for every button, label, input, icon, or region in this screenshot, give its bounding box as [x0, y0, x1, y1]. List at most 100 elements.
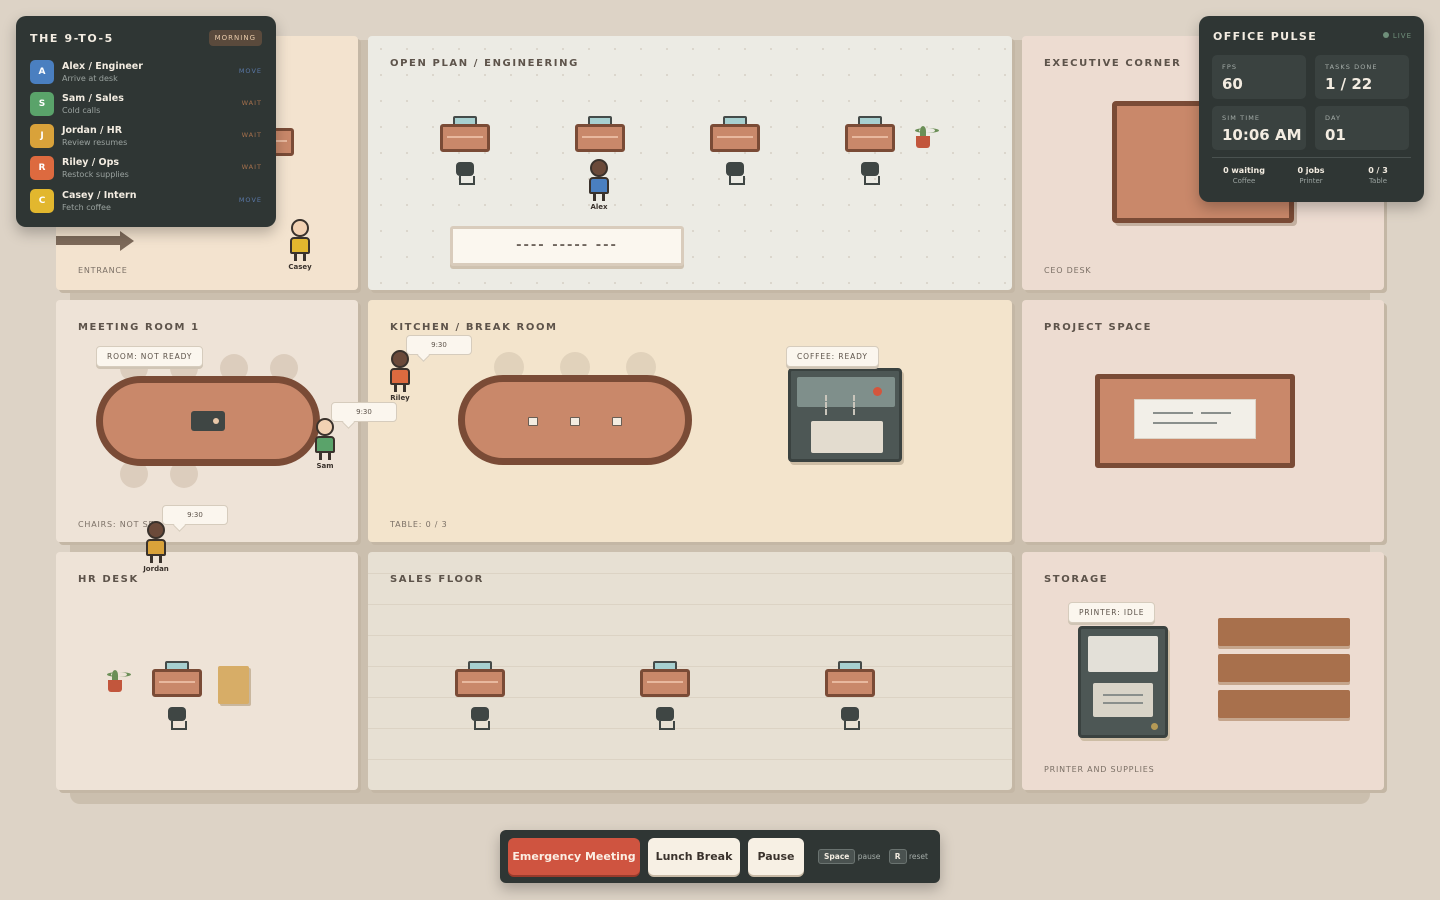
room-storage: STORAGE PRINTER: IDLE PRINTER AND SUPPLI… — [1022, 552, 1384, 790]
room-hr: HR DESK — [56, 552, 358, 790]
person-riley[interactable]: Riley — [380, 350, 420, 406]
chair-icon — [656, 707, 675, 730]
agent-avatar: S — [30, 92, 54, 116]
steam-icon — [825, 395, 855, 415]
live-dot-icon — [1382, 32, 1389, 38]
sales-desk — [640, 669, 690, 697]
agent-avatar: A — [30, 60, 54, 84]
project-table — [1095, 374, 1295, 468]
printer — [1078, 626, 1168, 738]
executive-caption: CEO DESK — [1044, 266, 1092, 275]
sales-desk — [825, 669, 875, 697]
agent-state: WAIT — [241, 163, 262, 171]
tasks-label: TASKS DONE — [1325, 63, 1378, 71]
sam-name: Sam — [316, 462, 334, 470]
storage-caption: PRINTER AND SUPPLIES — [1044, 765, 1155, 774]
agent-row-alex[interactable]: A Alex / Engineer Arrive at desk MOVE — [30, 58, 262, 88]
reset-hint: reset — [908, 852, 928, 861]
phase-badge: MORNING — [208, 30, 262, 46]
fps-value: 60 — [1222, 75, 1243, 93]
whiteboard: ---- ----- --- — [450, 226, 684, 266]
jordan-body — [146, 539, 166, 556]
agent-name: Riley / Ops — [62, 157, 120, 168]
emergency-meeting-button[interactable]: Emergency Meeting — [508, 838, 640, 875]
agent-task: Restock supplies — [62, 170, 129, 179]
pause-button[interactable]: Pause — [748, 838, 804, 875]
sam-body — [315, 436, 335, 453]
chair-icon — [861, 162, 880, 185]
live-label: LIVE — [1392, 32, 1412, 40]
day-stat: DAY 01 — [1315, 106, 1409, 150]
person-casey[interactable]: Casey — [280, 219, 320, 275]
hr-desk — [152, 669, 202, 697]
alex-head — [590, 159, 608, 177]
cup-icon — [570, 417, 580, 426]
open-plan-title: OPEN PLAN / ENGINEERING — [390, 58, 579, 69]
chair-icon — [726, 162, 745, 185]
agent-task: Cold calls — [62, 106, 101, 115]
agent-row-jordan[interactable]: J Jordan / HR Review resumes WAIT — [30, 122, 262, 152]
sam-head — [316, 418, 334, 436]
alex-name: Alex — [590, 203, 608, 211]
agent-task: Review resumes — [62, 138, 128, 147]
fps-stat: FPS 60 — [1212, 55, 1306, 99]
agent-state: MOVE — [238, 67, 262, 75]
space-key: Space — [818, 849, 856, 864]
jordan-head — [147, 521, 165, 539]
sim-time-label: SIM TIME — [1222, 114, 1261, 122]
day-value: 01 — [1325, 126, 1346, 144]
riley-head — [391, 350, 409, 368]
whiteboard-text: ---- ----- --- — [516, 238, 618, 253]
roster-title: THE 9-TO-5 — [30, 32, 114, 45]
agent-row-casey[interactable]: C Casey / Intern Fetch coffee MOVE — [30, 187, 262, 217]
entrance-caption: ENTRANCE — [78, 266, 128, 275]
entrance-arrowhead-icon — [120, 231, 134, 251]
coffee-status-tag: COFFEE: READY — [786, 346, 879, 367]
person-sam[interactable]: Sam — [305, 418, 345, 474]
agent-name: Jordan / HR — [62, 125, 123, 136]
table-queue-label: Table — [1368, 177, 1388, 185]
chair-icon — [841, 707, 860, 730]
control-bar: Emergency Meeting Lunch Break Pause Spac… — [500, 830, 940, 883]
lunch-break-button[interactable]: Lunch Break — [648, 838, 740, 875]
agent-row-riley[interactable]: R Riley / Ops Restock supplies WAIT — [30, 154, 262, 184]
agent-name: Sam / Sales — [62, 93, 124, 104]
storage-title: STORAGE — [1044, 574, 1109, 585]
engineering-desk — [440, 124, 490, 152]
pulse-divider — [1212, 157, 1411, 158]
live-indicator: LIVE — [1382, 32, 1412, 40]
coffee-queue-label: Coffee — [1232, 177, 1256, 185]
printer-queue-label: Printer — [1299, 177, 1323, 185]
tasks-value: 1 / 22 — [1325, 75, 1373, 93]
day-label: DAY — [1325, 114, 1342, 122]
agent-state: WAIT — [241, 131, 262, 139]
cup-icon — [612, 417, 622, 426]
coffee-queue-value: 0 waiting — [1223, 166, 1265, 175]
person-alex[interactable]: Alex — [579, 159, 619, 215]
agent-task: Arrive at desk — [62, 74, 118, 83]
printer-queue: 0 jobs Printer — [1278, 166, 1344, 185]
riley-body — [390, 368, 410, 385]
entrance-arrow-icon — [56, 236, 122, 245]
chair-icon — [456, 162, 475, 185]
engineering-desk — [575, 124, 625, 152]
person-jordan[interactable]: Jordan — [136, 521, 176, 577]
agent-row-sam[interactable]: S Sam / Sales Cold calls WAIT — [30, 90, 262, 120]
agent-avatar: R — [30, 156, 54, 180]
chair-icon — [471, 707, 490, 730]
agent-state: MOVE — [238, 196, 262, 204]
riley-name: Riley — [390, 394, 410, 402]
table-queue-value: 0 / 3 — [1368, 166, 1388, 175]
kitchen-title: KITCHEN / BREAK ROOM — [390, 322, 558, 333]
engineering-desk — [710, 124, 760, 152]
office-pulse-panel: OFFICE PULSE LIVE FPS 60 TASKS DONE 1 / … — [1199, 16, 1424, 202]
room-sales: SALES FLOOR — [368, 552, 1012, 790]
meeting-status-tag: ROOM: NOT READY — [96, 346, 204, 367]
plant-icon — [107, 670, 131, 692]
agent-avatar: J — [30, 124, 54, 148]
filing-cabinet — [218, 666, 249, 704]
casey-head — [291, 219, 309, 237]
table-queue: 0 / 3 Table — [1345, 166, 1411, 185]
agent-task: Fetch coffee — [62, 203, 111, 212]
room-open-plan: OPEN PLAN / ENGINEERING ---- ----- --- — [368, 36, 1012, 290]
